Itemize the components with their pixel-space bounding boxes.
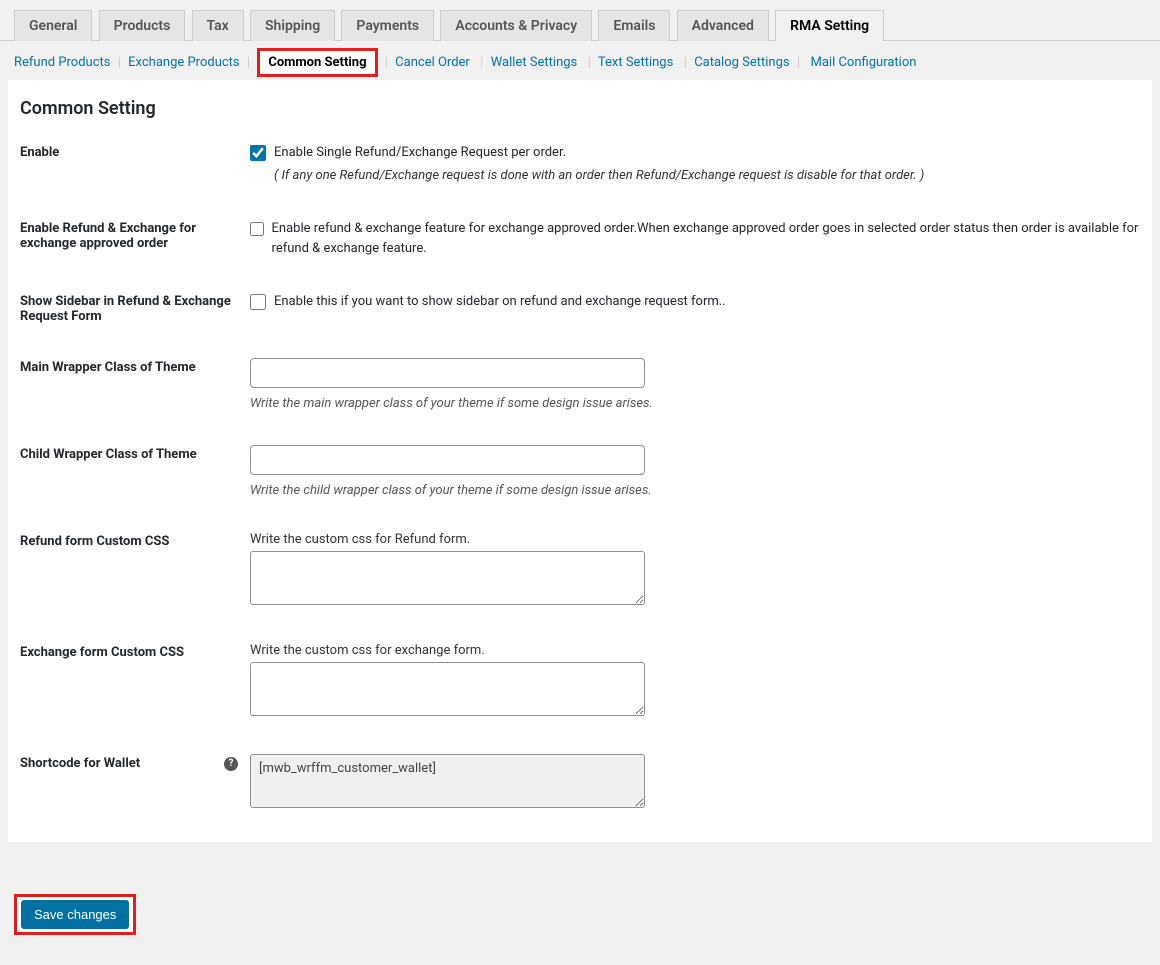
label-show-sidebar: Show Sidebar in Refund & Exchange Reques… — [20, 292, 250, 324]
row-enable: Enable Enable Single Refund/Exchange Req… — [20, 143, 1140, 185]
tab-payments[interactable]: Payments — [341, 10, 434, 41]
label-exchange-css: Exchange form Custom CSS — [20, 643, 250, 660]
tab-emails[interactable]: Emails — [598, 10, 670, 41]
label-enable-refund-exchange: Enable Refund & Exchange for exchange ap… — [20, 219, 250, 251]
subnav-text-settings[interactable]: Text Settings — [598, 55, 673, 70]
tab-accounts-privacy[interactable]: Accounts & Privacy — [440, 10, 592, 41]
label-shortcode-wallet: Shortcode for Wallet ? — [20, 754, 250, 771]
checkbox-enable-refund-exchange[interactable] — [250, 221, 264, 237]
label-enable: Enable — [20, 143, 250, 160]
subnav-refund-products[interactable]: Refund Products — [14, 55, 110, 70]
checkbox-enable-text: Enable Single Refund/Exchange Request pe… — [274, 145, 566, 160]
checkbox-show-sidebar-text: Enable this if you want to show sidebar … — [274, 292, 726, 312]
save-highlight: Save changes — [14, 894, 136, 935]
separator: | — [247, 55, 250, 70]
row-child-wrapper: Child Wrapper Class of Theme Write the c… — [20, 445, 1140, 498]
label-main-wrapper: Main Wrapper Class of Theme — [20, 358, 250, 375]
textarea-exchange-css[interactable] — [250, 662, 645, 716]
input-child-wrapper[interactable] — [250, 445, 645, 475]
label-refund-css: Refund form Custom CSS — [20, 532, 250, 549]
separator: | — [797, 55, 803, 70]
checkbox-enable-refund-exchange-text: Enable refund & exchange feature for exc… — [272, 219, 1140, 258]
input-main-wrapper[interactable] — [250, 358, 645, 388]
separator: | — [477, 55, 483, 70]
subnav-wallet-settings[interactable]: Wallet Settings — [491, 55, 578, 70]
textarea-shortcode-wallet[interactable]: [mwb_wrffm_customer_wallet] — [250, 754, 645, 808]
tab-general[interactable]: General — [14, 10, 92, 41]
checkbox-enable-single-refund[interactable] — [250, 145, 266, 161]
save-changes-button[interactable]: Save changes — [21, 900, 129, 929]
separator: | — [118, 55, 121, 70]
tab-products[interactable]: Products — [99, 10, 186, 41]
row-main-wrapper: Main Wrapper Class of Theme Write the ma… — [20, 358, 1140, 411]
textarea-refund-css[interactable] — [250, 551, 645, 605]
subnav-common-setting[interactable]: Common Setting — [257, 48, 377, 77]
tab-tax[interactable]: Tax — [192, 10, 244, 41]
subnav-exchange-products[interactable]: Exchange Products — [128, 55, 240, 70]
row-exchange-css: Exchange form Custom CSS Write the custo… — [20, 643, 1140, 720]
checkbox-enable-note: ( If any one Refund/Exchange request is … — [274, 166, 924, 186]
checkbox-enable-text-wrapper: Enable Single Refund/Exchange Request pe… — [274, 143, 924, 185]
subnav-catalog-settings[interactable]: Catalog Settings — [694, 55, 789, 70]
row-refund-css: Refund form Custom CSS Write the custom … — [20, 532, 1140, 609]
tab-rma-setting[interactable]: RMA Setting — [775, 10, 884, 41]
page-title: Common Setting — [20, 80, 1140, 143]
settings-panel: Common Setting Enable Enable Single Refu… — [8, 80, 1152, 842]
hint-refund-css: Write the custom css for Refund form. — [250, 532, 1140, 547]
separator: | — [585, 55, 591, 70]
subnav-mail-configuration[interactable]: Mail Configuration — [811, 55, 917, 70]
sub-nav: Refund Products | Exchange Products | Co… — [0, 41, 1160, 80]
separator: | — [385, 55, 388, 70]
checkbox-show-sidebar[interactable] — [250, 294, 266, 310]
nav-tab-wrapper: General Products Tax Shipping Payments A… — [0, 0, 1160, 41]
row-show-sidebar: Show Sidebar in Refund & Exchange Reques… — [20, 292, 1140, 324]
tab-advanced[interactable]: Advanced — [677, 10, 769, 41]
separator: | — [681, 55, 687, 70]
desc-main-wrapper: Write the main wrapper class of your the… — [250, 396, 1140, 411]
subnav-cancel-order[interactable]: Cancel Order — [395, 55, 470, 70]
row-enable-refund-exchange: Enable Refund & Exchange for exchange ap… — [20, 219, 1140, 258]
row-shortcode-wallet: Shortcode for Wallet ? [mwb_wrffm_custom… — [20, 754, 1140, 812]
hint-exchange-css: Write the custom css for exchange form. — [250, 643, 1140, 658]
desc-child-wrapper: Write the child wrapper class of your th… — [250, 483, 1140, 498]
help-icon[interactable]: ? — [224, 757, 238, 771]
tab-shipping[interactable]: Shipping — [250, 10, 335, 41]
label-child-wrapper: Child Wrapper Class of Theme — [20, 445, 250, 462]
